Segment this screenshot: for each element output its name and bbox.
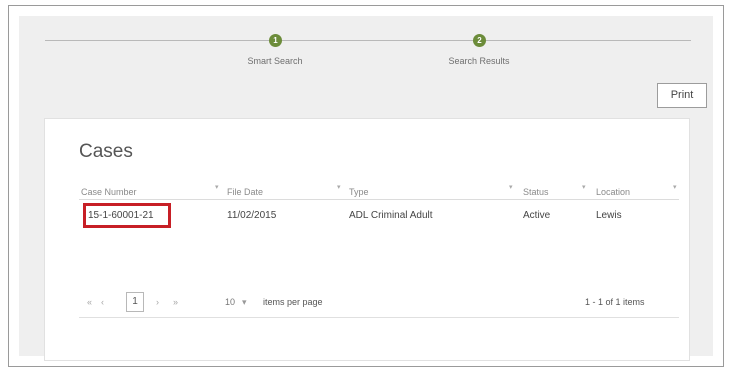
step-2-label[interactable]: Search Results bbox=[448, 56, 509, 66]
file-date-cell: 11/02/2015 bbox=[227, 210, 277, 221]
last-page-button[interactable]: » bbox=[173, 297, 178, 307]
next-page-button[interactable]: › bbox=[156, 297, 159, 307]
browser-frame: 1 Smart Search 2 Search Results Print Ca… bbox=[8, 5, 724, 367]
page-size-select[interactable]: 10 bbox=[225, 297, 235, 307]
cases-card: Cases Case Number ▾ File Date ▾ Type ▾ S… bbox=[44, 118, 690, 361]
column-header-location[interactable]: Location bbox=[596, 187, 630, 197]
column-header-file-date[interactable]: File Date bbox=[227, 187, 263, 197]
items-per-page-label: items per page bbox=[263, 297, 323, 307]
step-1-indicator[interactable]: 1 bbox=[269, 34, 282, 47]
sort-icon[interactable]: ▾ bbox=[215, 183, 219, 191]
print-button[interactable]: Print bbox=[657, 83, 707, 108]
step-2-indicator[interactable]: 2 bbox=[473, 34, 486, 47]
column-header-type[interactable]: Type bbox=[349, 187, 369, 197]
sort-icon[interactable]: ▾ bbox=[673, 183, 677, 191]
first-page-button[interactable]: « bbox=[87, 297, 92, 307]
step-1-label[interactable]: Smart Search bbox=[247, 56, 302, 66]
page-background: 1 Smart Search 2 Search Results Print Ca… bbox=[19, 16, 713, 361]
stepper-track bbox=[45, 40, 691, 41]
type-cell: ADL Criminal Adult bbox=[349, 210, 433, 221]
cases-title: Cases bbox=[79, 141, 133, 162]
case-number-highlight bbox=[83, 203, 171, 228]
chevron-down-icon[interactable]: ▾ bbox=[242, 297, 247, 308]
header-divider bbox=[79, 199, 679, 200]
sort-icon[interactable]: ▾ bbox=[582, 183, 586, 191]
prev-page-button[interactable]: ‹ bbox=[101, 297, 104, 307]
current-page[interactable]: 1 bbox=[126, 292, 144, 312]
sort-icon[interactable]: ▾ bbox=[509, 183, 513, 191]
column-header-case-number[interactable]: Case Number bbox=[81, 187, 137, 197]
location-cell: Lewis bbox=[596, 210, 622, 221]
sort-icon[interactable]: ▾ bbox=[337, 183, 341, 191]
status-cell: Active bbox=[523, 210, 551, 221]
pagination-summary: 1 - 1 of 1 items bbox=[585, 297, 645, 307]
column-header-status[interactable]: Status bbox=[523, 187, 549, 197]
footer-divider bbox=[79, 317, 679, 318]
